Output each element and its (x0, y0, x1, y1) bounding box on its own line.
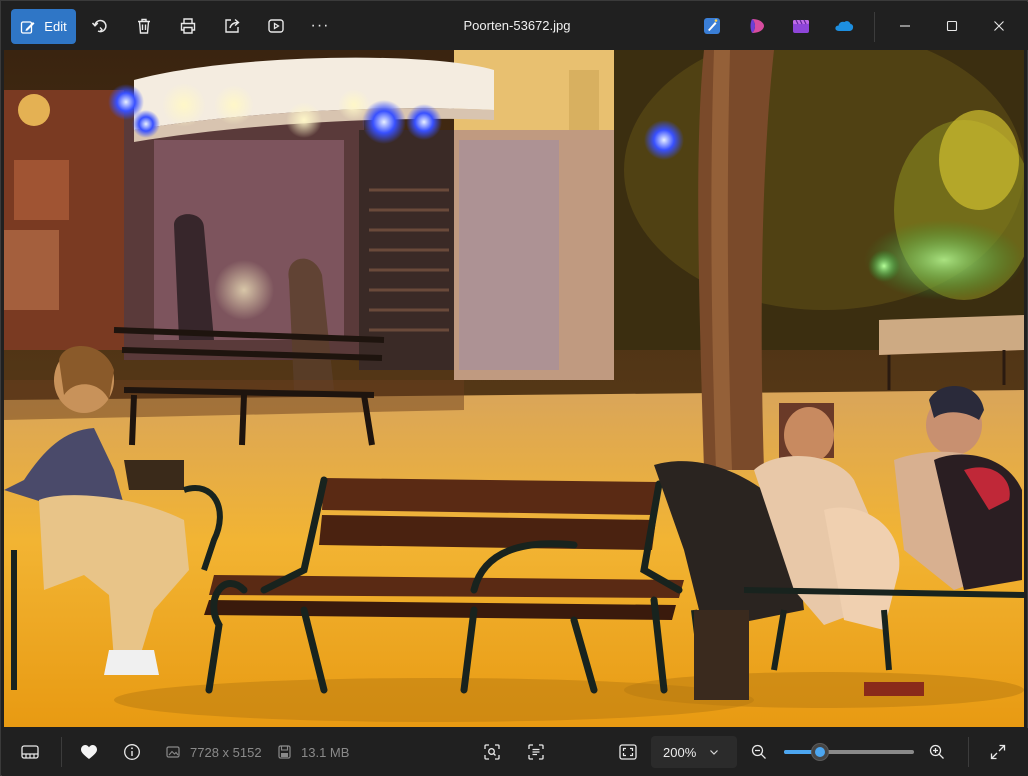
zoom-in-button[interactable] (922, 738, 952, 766)
designer-app-button[interactable] (700, 14, 724, 38)
filmstrip-icon (21, 745, 39, 759)
delete-icon (138, 18, 150, 34)
image-dimensions: 7728 x 5152 (190, 745, 262, 760)
zoom-out-icon (751, 744, 766, 759)
delete-button[interactable] (128, 10, 160, 42)
rotate-icon (91, 19, 107, 33)
clipchamp-app-button[interactable] (745, 14, 769, 38)
file-size-icon (278, 745, 291, 759)
full-screen-button[interactable] (983, 738, 1013, 766)
full-screen-icon (990, 744, 1006, 760)
visual-search-icon (484, 744, 500, 760)
heart-icon (81, 745, 97, 759)
chevron-down-icon (710, 750, 718, 755)
filmstrip-button[interactable] (15, 738, 45, 766)
close-button[interactable] (977, 10, 1021, 42)
share-button[interactable] (216, 10, 248, 42)
designer-icon (704, 18, 720, 34)
image-size-icon (166, 746, 180, 758)
onedrive-app-button[interactable] (832, 14, 856, 38)
slideshow-icon (268, 19, 284, 33)
minimize-button[interactable] (883, 10, 927, 42)
fit-to-window-icon (619, 744, 637, 760)
zoom-in-icon (929, 744, 944, 759)
zoom-out-button[interactable] (744, 738, 774, 766)
clipchamp-icon (750, 19, 764, 33)
print-icon (180, 18, 196, 34)
status-separator (61, 737, 62, 767)
minimize-icon (900, 25, 910, 27)
top-toolbar: Edit ··· Poorten-53672.jpg (2, 2, 1028, 50)
maximize-button[interactable] (930, 10, 974, 42)
photo-image (4, 50, 1024, 727)
share-icon (225, 18, 240, 33)
status-separator-right (968, 737, 969, 767)
zoom-level-value: 200% (663, 744, 697, 760)
rotate-button[interactable] (84, 10, 116, 42)
zoom-slider-thumb[interactable] (811, 743, 830, 761)
fit-to-window-button[interactable] (613, 738, 643, 766)
info-icon (124, 744, 140, 760)
edit-button[interactable]: Edit (11, 9, 76, 44)
favorite-button[interactable] (74, 738, 104, 766)
video-editor-app-button[interactable] (789, 14, 813, 38)
zoom-slider-track[interactable] (784, 750, 914, 754)
bottom-status-bar: 7728 x 5152 13.1 MB 200% (2, 728, 1028, 776)
video-editor-icon (793, 19, 809, 33)
edit-icon (21, 20, 35, 34)
slideshow-button[interactable] (260, 10, 292, 42)
visual-search-button[interactable] (477, 738, 507, 766)
maximize-icon (946, 20, 958, 32)
edit-label: Edit (44, 19, 67, 34)
file-info-button[interactable] (117, 738, 147, 766)
window-title: Poorten-53672.jpg (463, 18, 571, 33)
zoom-level-dropdown[interactable]: 200% (651, 736, 737, 768)
onedrive-icon (835, 21, 854, 31)
photo-viewer[interactable] (4, 50, 1024, 727)
more-options-button[interactable]: ··· (304, 10, 336, 42)
photos-app-window: Edit ··· Poorten-53672.jpg 7728 x 5152 1… (0, 0, 1028, 776)
scan-text-icon (528, 744, 544, 760)
scan-text-button[interactable] (521, 738, 551, 766)
print-button[interactable] (172, 10, 204, 42)
file-size: 13.1 MB (301, 745, 350, 760)
toolbar-separator (874, 12, 875, 42)
close-icon (994, 21, 1004, 31)
more-icon: ··· (310, 17, 330, 34)
